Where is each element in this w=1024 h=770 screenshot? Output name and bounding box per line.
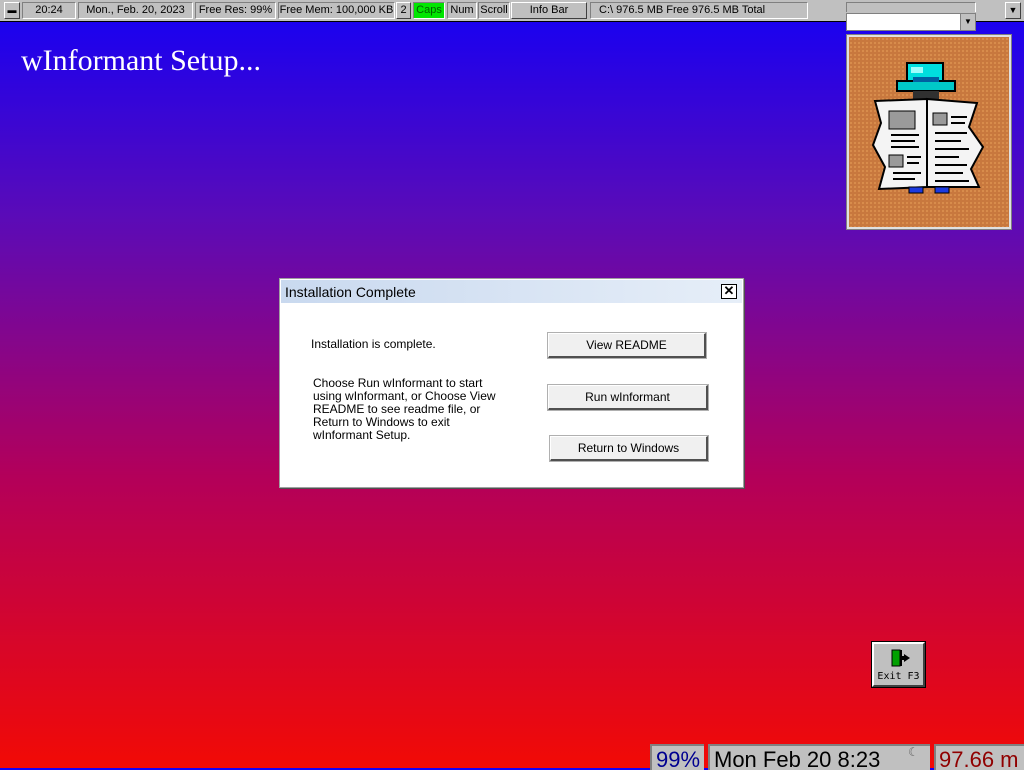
installation-complete-dialog: Installation Complete ✕ Installation is … xyxy=(279,278,744,488)
free-resources: Free Res: 99% xyxy=(195,2,276,19)
disk-space-display: C:\ 976.5 MB Free 976.5 MB Total xyxy=(590,2,808,19)
exit-door-icon xyxy=(889,648,911,668)
info-combo-box[interactable]: ▼ xyxy=(846,13,976,31)
info-bar-button[interactable]: Info Bar xyxy=(511,2,587,19)
close-icon[interactable]: ✕ xyxy=(721,284,737,299)
completion-message: Installation is complete. xyxy=(311,338,436,351)
resource-percent-display: 99% xyxy=(650,744,704,770)
caps-lock-indicator: Caps xyxy=(413,2,445,19)
clock-display: 20:24 xyxy=(22,2,76,19)
winformant-logo xyxy=(847,35,1011,229)
system-menu-button[interactable]: ▬ xyxy=(4,2,20,19)
exit-button-label: Exit F3 xyxy=(874,671,923,682)
desktop-number[interactable]: 2 xyxy=(396,2,411,19)
num-lock-indicator: Num xyxy=(447,2,477,19)
detective-newspaper-icon xyxy=(849,37,1009,227)
free-memory: Free Mem: 100,000 KB xyxy=(278,2,395,19)
moon-icon: ☾ xyxy=(908,744,919,766)
combo-header xyxy=(846,2,976,12)
instruction-line: wInformant Setup. xyxy=(313,429,523,442)
info-bar-dropdown-button[interactable]: ▼ xyxy=(1005,2,1021,19)
run-winformant-button[interactable]: Run wInformant xyxy=(548,385,708,410)
exit-button[interactable]: Exit F3 xyxy=(872,642,925,687)
setup-title: wInformant Setup... xyxy=(21,44,261,78)
bottom-datetime: Mon Feb 20 8:23 xyxy=(714,747,880,770)
dialog-title: Installation Complete xyxy=(285,284,416,300)
dialog-titlebar[interactable]: Installation Complete ✕ xyxy=(281,280,742,303)
return-to-windows-button[interactable]: Return to Windows xyxy=(550,436,708,461)
instructions-text: Choose Run wInformant to start using wIn… xyxy=(313,377,523,442)
bottom-clock-display: Mon Feb 20 8:23 ☾ xyxy=(708,744,930,770)
scroll-lock-indicator: Scroll xyxy=(478,2,510,19)
memory-display: 97.66 m xyxy=(934,744,1024,770)
chevron-down-icon[interactable]: ▼ xyxy=(960,14,975,30)
view-readme-button[interactable]: View README xyxy=(548,333,706,358)
date-display: Mon., Feb. 20, 2023 xyxy=(78,2,193,19)
